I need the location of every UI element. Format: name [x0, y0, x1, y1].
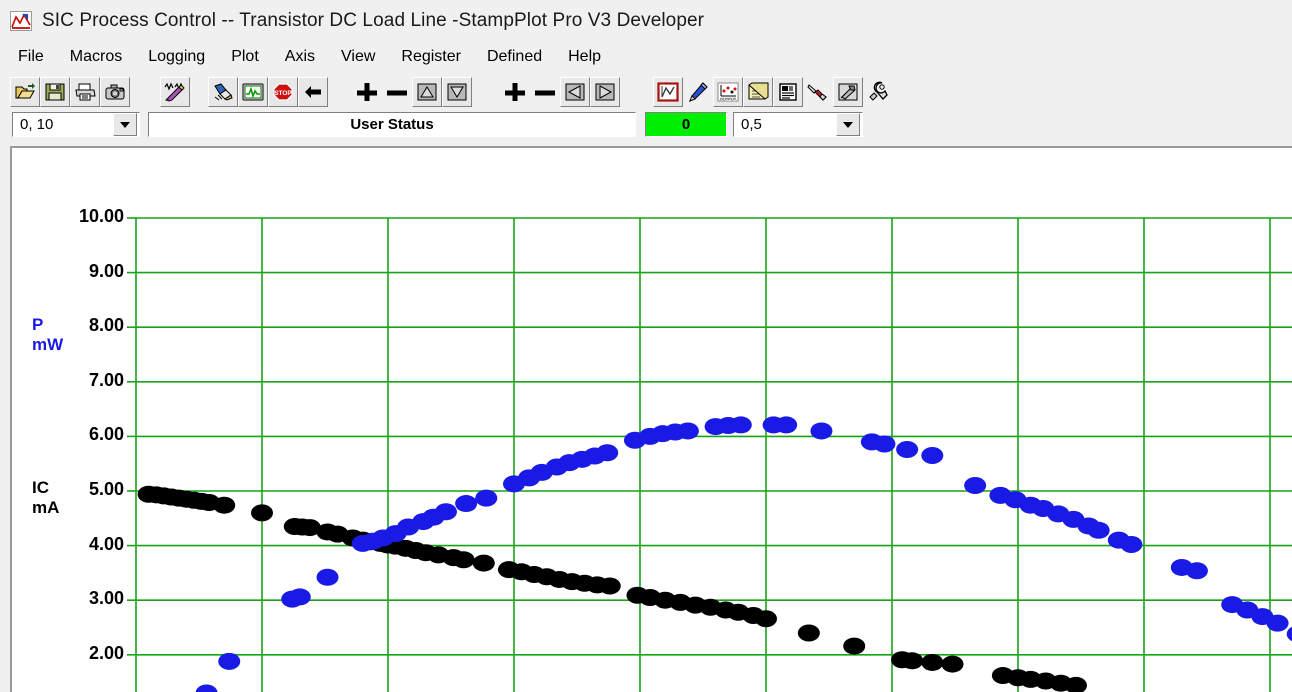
blue-pen-icon [689, 82, 708, 102]
y-zoom-in-button[interactable] [352, 77, 382, 107]
start-plot-button[interactable] [238, 77, 268, 107]
y-tick-label: 2.00 [88, 642, 124, 663]
y-tick-label: 6.00 [88, 424, 124, 445]
menu-item-file[interactable]: File [18, 48, 44, 66]
plot-panel[interactable]: P mW IC mA 10.00 9.00 8.00 7.00 6.00 5.00 4.00… [10, 146, 1292, 692]
y-zoom-out-button[interactable] [382, 77, 412, 107]
menu-item-view[interactable]: View [341, 48, 375, 66]
tool-button[interactable] [803, 77, 833, 107]
clear-plot-button[interactable] [208, 77, 238, 107]
print-icon [75, 83, 96, 101]
app-window: SIC Process Control -- Transistor DC Loa… [0, 0, 1292, 692]
x-shift-left-button[interactable] [560, 77, 590, 107]
axis-label-current-unit: mA [32, 498, 60, 517]
paint-brush-icon [214, 83, 233, 101]
window-title: SIC Process Control -- Transistor DC Loa… [42, 10, 705, 31]
toolbar-yzoom-group [352, 77, 472, 107]
notes-button[interactable] [743, 77, 773, 107]
triangle-left-box-icon [565, 83, 585, 101]
hammer-icon [838, 83, 858, 101]
notepad-icon [748, 82, 769, 100]
plus-icon [505, 83, 525, 101]
y-tick-label: 3.00 [88, 588, 124, 609]
data-chart-icon: OUTPUT [717, 82, 739, 102]
triangle-down-box-icon [447, 83, 467, 101]
series-p-mw [195, 416, 1292, 692]
triangle-right-box-icon [595, 83, 615, 101]
annotate-button[interactable] [160, 77, 190, 107]
status-row: 0, 10 User Status 0 0,5 [0, 112, 1292, 142]
menu-item-axis[interactable]: Axis [285, 48, 315, 66]
camera-icon [105, 84, 125, 100]
toolbar-run-group: STOP [208, 77, 328, 107]
triangle-up-box-icon [417, 83, 437, 101]
menu-item-register[interactable]: Register [401, 48, 461, 66]
user-status-field[interactable]: User Status [148, 112, 636, 137]
stop-button[interactable]: STOP [268, 77, 298, 107]
x-zoom-in-button[interactable] [500, 77, 530, 107]
y-tick-label: 7.00 [88, 369, 124, 390]
left-arrow-icon [305, 86, 321, 98]
minus-icon [535, 90, 555, 96]
x-shift-right-button[interactable] [590, 77, 620, 107]
plot-canvas[interactable] [12, 148, 1292, 692]
highlighter-pen-icon [164, 82, 185, 102]
wrench-icon [869, 81, 888, 101]
toolbar-xzoom-group [500, 77, 620, 107]
interval-combo[interactable]: 0,5 [733, 112, 863, 137]
stop-sign-icon: STOP [273, 83, 293, 101]
back-button[interactable] [298, 77, 328, 107]
draw-button[interactable] [683, 77, 713, 107]
y-tick-label: 5.00 [88, 479, 124, 499]
x-zoom-out-button[interactable] [530, 77, 560, 107]
chart-app-icon [10, 11, 32, 31]
red-tool-icon [807, 84, 827, 101]
data-file-button[interactable] [773, 77, 803, 107]
y-tick-label: 10.00 [78, 206, 124, 226]
svg-text:STOP: STOP [274, 90, 292, 97]
configure-button[interactable] [833, 77, 863, 107]
series-ic-ma [137, 485, 1087, 692]
menu-item-defined[interactable]: Defined [487, 48, 542, 66]
menu-item-logging[interactable]: Logging [148, 48, 205, 66]
toolbar-marker-group [160, 77, 190, 107]
open-folder-icon [15, 83, 35, 99]
open-folder-button[interactable] [10, 77, 40, 107]
status-indicator: 0 [645, 112, 727, 137]
settings-button[interactable] [863, 77, 893, 107]
oscilloscope-icon [242, 83, 264, 101]
menu-bar: File Macros Logging Plot Axis View Regis… [0, 44, 1292, 70]
plot-window-button[interactable] [653, 77, 683, 107]
menu-item-macros[interactable]: Macros [70, 48, 122, 66]
range-combo-value: 0, 10 [20, 116, 54, 133]
minus-icon [387, 90, 407, 96]
data-plot-button[interactable]: OUTPUT [713, 77, 743, 107]
chevron-down-icon[interactable] [836, 113, 860, 136]
print-button[interactable] [70, 77, 100, 107]
user-status-label: User Status [350, 116, 434, 133]
y-tick-label: 8.00 [88, 315, 124, 336]
camera-button[interactable] [100, 77, 130, 107]
status-indicator-value: 0 [681, 116, 691, 133]
y-tick-label: 4.00 [88, 533, 124, 554]
y-shift-up-button[interactable] [412, 77, 442, 107]
toolbar: STOP OUTPUT [0, 73, 1292, 111]
document-data-icon [779, 83, 797, 101]
toolbar-file-group [10, 77, 130, 107]
red-frame-plot-icon [657, 82, 679, 102]
interval-combo-value: 0,5 [741, 116, 762, 133]
title-bar: SIC Process Control -- Transistor DC Loa… [0, 0, 1292, 42]
menu-item-plot[interactable]: Plot [231, 48, 259, 66]
toolbar-tools-group: OUTPUT [653, 77, 893, 107]
range-combo[interactable]: 0, 10 [12, 112, 140, 137]
axis-label-power-unit: mW [32, 335, 64, 354]
y-shift-down-button[interactable] [442, 77, 472, 107]
plus-icon [357, 83, 377, 101]
y-tick-label: 9.00 [88, 260, 124, 281]
chevron-down-icon[interactable] [113, 113, 137, 136]
menu-item-help[interactable]: Help [568, 48, 601, 66]
save-button[interactable] [40, 77, 70, 107]
save-floppy-icon [45, 83, 65, 101]
svg-text:OUTPUT: OUTPUT [720, 97, 737, 102]
